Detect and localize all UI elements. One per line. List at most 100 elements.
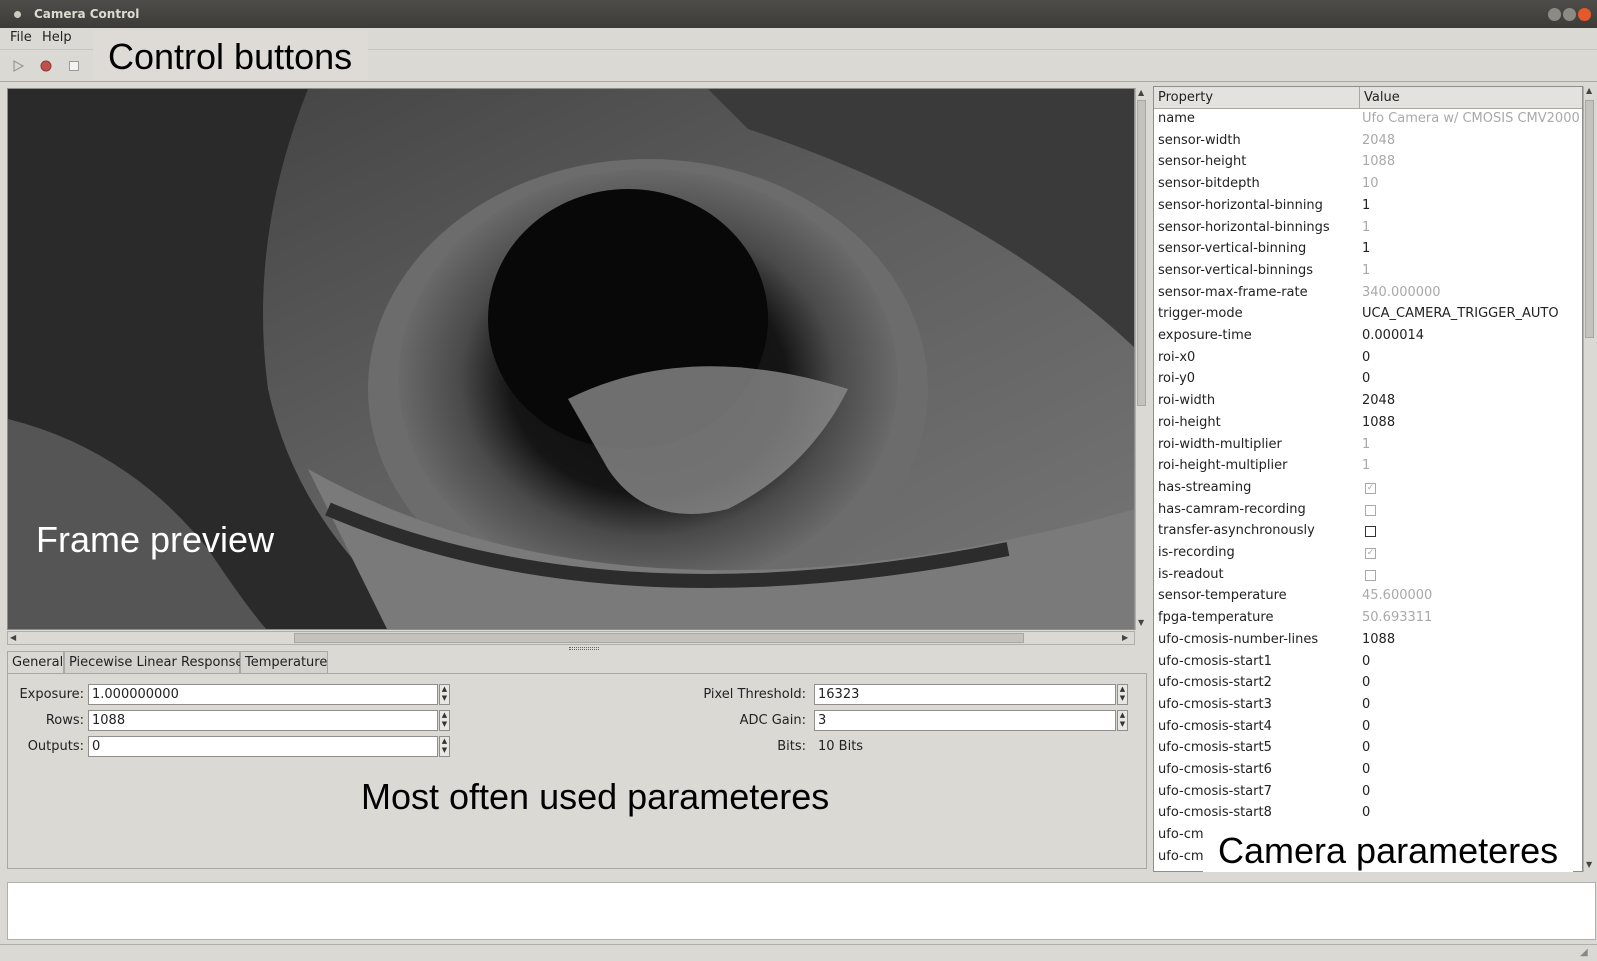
property-row[interactable]: fpga-temperature 50.693311 bbox=[1154, 608, 1570, 629]
property-column-header[interactable]: Property bbox=[1158, 90, 1213, 105]
property-vertical-scrollbar[interactable]: ▲ ▼ bbox=[1583, 86, 1595, 872]
property-value[interactable]: 2048 bbox=[1362, 393, 1395, 408]
property-row[interactable]: ufo-cmosis-start6 0 bbox=[1154, 760, 1570, 781]
property-row[interactable]: roi-x0 0 bbox=[1154, 348, 1570, 369]
property-value[interactable]: 0.000014 bbox=[1362, 328, 1424, 343]
property-row[interactable]: sensor-temperature 45.600000 bbox=[1154, 586, 1570, 607]
property-value[interactable]: 0 bbox=[1362, 675, 1370, 690]
property-name: has-camram-recording bbox=[1158, 501, 1306, 517]
property-row[interactable]: sensor-vertical-binnings 1 bbox=[1154, 261, 1570, 282]
property-vertical-scroll-thumb[interactable] bbox=[1585, 100, 1594, 338]
property-row[interactable]: roi-height 1088 bbox=[1154, 413, 1570, 434]
preview-vertical-scroll-thumb[interactable] bbox=[1137, 100, 1146, 406]
property-row[interactable]: sensor-height 1088 bbox=[1154, 152, 1570, 173]
property-row[interactable]: sensor-bitdepth 10 bbox=[1154, 174, 1570, 195]
log-output[interactable] bbox=[7, 882, 1596, 940]
menu-file[interactable]: File bbox=[10, 30, 32, 45]
property-value: 50.693311 bbox=[1362, 610, 1433, 626]
property-row[interactable]: transfer-asynchronously bbox=[1154, 521, 1570, 542]
splitter-handle[interactable] bbox=[569, 647, 599, 650]
preview-horizontal-scrollbar[interactable]: ◀ ▶ bbox=[7, 631, 1135, 645]
maximize-button[interactable] bbox=[1563, 8, 1576, 21]
property-row[interactable]: roi-width-multiplier 1 bbox=[1154, 435, 1570, 456]
property-value[interactable]: 0 bbox=[1362, 784, 1370, 799]
play-icon[interactable] bbox=[11, 59, 25, 73]
property-value[interactable]: 1088 bbox=[1362, 632, 1395, 647]
property-value[interactable]: 1088 bbox=[1362, 415, 1395, 430]
pixel-threshold-input[interactable]: 16323 bbox=[814, 684, 1116, 705]
property-row[interactable]: trigger-mode UCA_CAMERA_TRIGGER_AUTO bbox=[1154, 304, 1570, 325]
outputs-input[interactable]: 0 bbox=[88, 736, 438, 757]
scroll-down-icon[interactable]: ▼ bbox=[1138, 618, 1144, 627]
window-title: Camera Control bbox=[34, 7, 140, 21]
property-row[interactable]: sensor-horizontal-binning 1 bbox=[1154, 196, 1570, 217]
stop-icon[interactable] bbox=[67, 59, 81, 73]
property-row[interactable]: has-streaming ✓ bbox=[1154, 478, 1570, 499]
property-name: trigger-mode bbox=[1158, 306, 1243, 322]
property-row[interactable]: ufo-cmosis-start1 0 bbox=[1154, 652, 1570, 673]
outputs-stepper[interactable]: ▲ ▼ bbox=[439, 736, 450, 757]
exposure-label: Exposure: bbox=[19, 687, 84, 702]
property-value[interactable]: 1 bbox=[1362, 241, 1370, 256]
exposure-input[interactable]: 1.000000000 bbox=[88, 684, 438, 705]
property-row[interactable]: roi-height-multiplier 1 bbox=[1154, 456, 1570, 477]
bits-value: 10 Bits bbox=[818, 739, 864, 754]
menu-help[interactable]: Help bbox=[42, 30, 72, 45]
rows-input[interactable]: 1088 bbox=[88, 710, 438, 731]
property-row[interactable]: sensor-max-frame-rate 340.000000 bbox=[1154, 283, 1570, 304]
property-name: sensor-horizontal-binning bbox=[1158, 197, 1323, 213]
scroll-left-icon[interactable]: ◀ bbox=[10, 633, 16, 642]
property-row[interactable]: ufo-cmosis-start3 0 bbox=[1154, 695, 1570, 716]
scroll-up-icon[interactable]: ▲ bbox=[1138, 88, 1144, 97]
property-value[interactable]: 0 bbox=[1362, 371, 1370, 386]
property-row[interactable]: ufo-cmosis-number-lines 1088 bbox=[1154, 630, 1570, 651]
property-value[interactable]: 0 bbox=[1362, 719, 1370, 734]
property-row[interactable]: exposure-time 0.000014 bbox=[1154, 326, 1570, 347]
property-value[interactable]: 0 bbox=[1362, 350, 1370, 365]
prop-scroll-down-icon[interactable]: ▼ bbox=[1586, 860, 1592, 869]
property-row[interactable]: is-readout bbox=[1154, 565, 1570, 586]
preview-horizontal-scroll-thumb[interactable] bbox=[294, 633, 1024, 643]
property-name: name bbox=[1158, 111, 1195, 126]
value-column-header[interactable]: Value bbox=[1364, 90, 1400, 105]
property-row[interactable]: name Ufo Camera w/ CMOSIS CMV2000 bbox=[1154, 109, 1580, 130]
property-name: exposure-time bbox=[1158, 328, 1252, 343]
property-row[interactable]: roi-width 2048 bbox=[1154, 391, 1570, 412]
tab-temperature[interactable]: Temperature bbox=[240, 651, 328, 673]
tab-general[interactable]: General bbox=[7, 651, 64, 674]
resize-grip-icon[interactable]: ◢ bbox=[1580, 947, 1588, 958]
property-value[interactable]: 0 bbox=[1362, 740, 1370, 755]
scroll-right-icon[interactable]: ▶ bbox=[1122, 633, 1128, 642]
property-value[interactable]: 1 bbox=[1362, 198, 1370, 213]
property-row[interactable]: sensor-horizontal-binnings 1 bbox=[1154, 218, 1570, 239]
exposure-stepper[interactable]: ▲ ▼ bbox=[439, 684, 450, 705]
tab-piecewise-linear-response[interactable]: Piecewise Linear Response bbox=[64, 651, 243, 673]
property-value[interactable]: 0 bbox=[1362, 697, 1370, 712]
property-row[interactable]: ufo-cmosis-start8 0 bbox=[1154, 803, 1570, 824]
property-value[interactable]: UCA_CAMERA_TRIGGER_AUTO bbox=[1362, 306, 1559, 321]
close-window-button[interactable] bbox=[1578, 8, 1591, 21]
property-row[interactable]: ufo-cmosis-start7 0 bbox=[1154, 782, 1570, 803]
property-row[interactable]: roi-y0 0 bbox=[1154, 369, 1570, 390]
property-row[interactable]: has-camram-recording bbox=[1154, 500, 1570, 521]
property-value[interactable]: 0 bbox=[1362, 805, 1370, 820]
property-row[interactable]: sensor-vertical-binning 1 bbox=[1154, 239, 1570, 260]
pixel-threshold-stepper[interactable]: ▲ ▼ bbox=[1117, 684, 1128, 705]
adc-gain-input[interactable]: 3 bbox=[814, 710, 1116, 731]
property-row[interactable]: ufo-cmosis-start2 0 bbox=[1154, 673, 1570, 694]
property-checkbox[interactable] bbox=[1365, 526, 1376, 538]
property-row[interactable]: ufo-cmosis-start4 0 bbox=[1154, 717, 1570, 738]
property-name: ufo-cmosis-start8 bbox=[1158, 805, 1272, 821]
adc-gain-stepper[interactable]: ▲ ▼ bbox=[1117, 710, 1128, 731]
property-row[interactable]: ufo-cmosis-start5 0 bbox=[1154, 738, 1570, 759]
record-icon[interactable] bbox=[39, 59, 53, 73]
property-value[interactable]: 0 bbox=[1362, 762, 1370, 777]
rows-stepper[interactable]: ▲ ▼ bbox=[439, 710, 450, 731]
property-row[interactable]: sensor-width 2048 bbox=[1154, 131, 1570, 152]
minimize-button[interactable] bbox=[1548, 8, 1561, 21]
property-value[interactable]: 0 bbox=[1362, 654, 1370, 669]
preview-vertical-scrollbar[interactable]: ▲ ▼ bbox=[1135, 88, 1147, 630]
prop-scroll-up-icon[interactable]: ▲ bbox=[1586, 86, 1592, 95]
property-row[interactable]: is-recording ✓ bbox=[1154, 543, 1570, 564]
property-name: ufo-cm bbox=[1158, 848, 1204, 864]
